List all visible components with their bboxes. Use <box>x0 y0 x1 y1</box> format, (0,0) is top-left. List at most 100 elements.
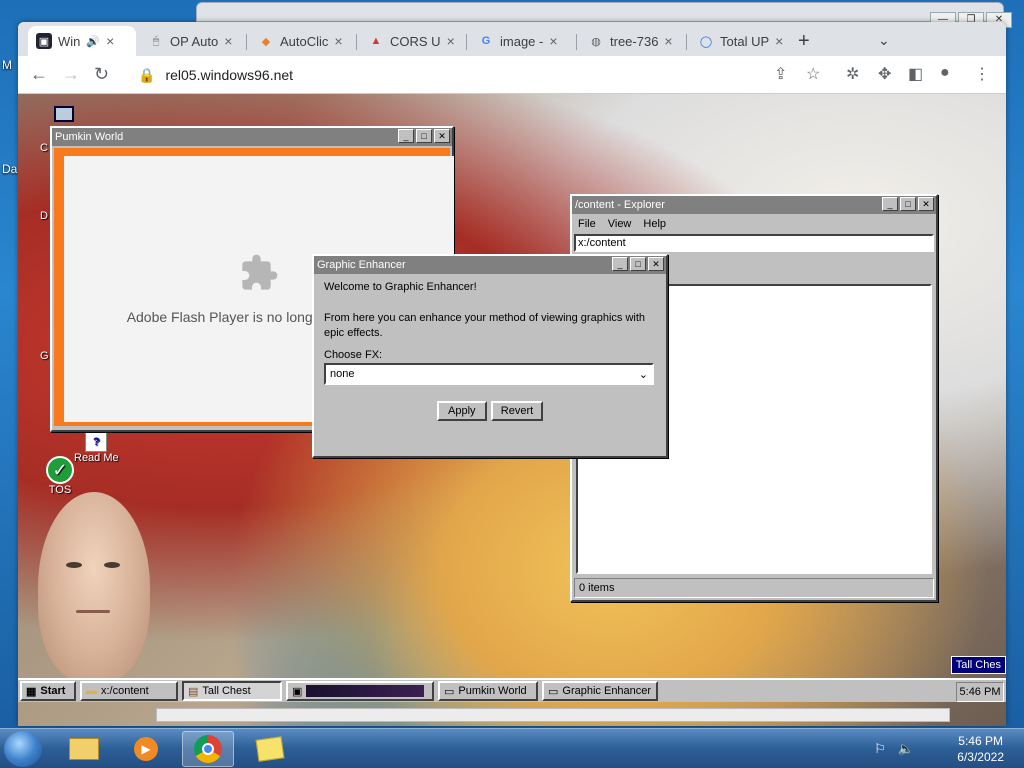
windows-logo-icon: ▦ <box>26 685 37 698</box>
status-bar: 0 items <box>574 578 934 598</box>
window-title: Graphic Enhancer <box>317 259 406 271</box>
maximize-button[interactable]: □ <box>900 197 916 211</box>
task-label: Graphic Enhancer <box>562 685 652 697</box>
window-titlebar[interactable]: /content - Explorer _ □ ✕ <box>572 196 936 214</box>
close-button[interactable]: ✕ <box>918 197 934 211</box>
task-explorer[interactable]: ▬ x:/content <box>80 681 178 701</box>
extension-bug-icon[interactable]: ✲ <box>846 64 859 84</box>
globe-favicon-icon: ◍ <box>591 35 601 48</box>
desktop-icon-tos[interactable]: ✓ TOS <box>46 456 74 496</box>
windows96-favicon-icon: ▣ <box>36 33 52 49</box>
back-icon[interactable]: ← <box>30 64 48 85</box>
audio-icon[interactable]: 🔊 <box>86 35 100 48</box>
close-tab-icon[interactable]: × <box>447 33 455 49</box>
side-panel-icon[interactable]: ◧ <box>908 64 923 84</box>
minimize-button[interactable]: _ <box>882 197 898 211</box>
window-controls: _ □ ✕ <box>882 197 934 211</box>
address-field[interactable]: x:/content <box>574 234 934 252</box>
url-text: rel05.windows96.net <box>165 67 294 83</box>
close-tab-icon[interactable]: × <box>775 33 783 49</box>
menu-view[interactable]: View <box>608 218 632 230</box>
tab-op-auto[interactable]: 🖱 OP Auto × <box>140 26 244 56</box>
extensions-puzzle-icon[interactable]: ✥ <box>878 64 891 84</box>
graphic-enhancer-window: Graphic Enhancer _ □ ✕ Welcome to Graphi… <box>312 254 668 458</box>
close-tab-icon[interactable]: × <box>664 33 672 49</box>
enhancer-body: Welcome to Graphic Enhancer! From here y… <box>314 274 666 427</box>
revert-button[interactable]: Revert <box>490 401 544 421</box>
maximize-button[interactable]: □ <box>416 129 432 143</box>
desktop-icon-label: TOS <box>48 484 72 496</box>
tab-separator <box>576 34 577 50</box>
lock-icon[interactable]: 🔒 <box>138 67 155 84</box>
menu-kebab-icon[interactable]: ⋮ <box>974 64 990 84</box>
tab-search-icon[interactable]: ⌄ <box>878 32 890 49</box>
profile-avatar-icon[interactable]: ● <box>940 64 950 82</box>
menu-file[interactable]: File <box>578 218 596 230</box>
task-pumkin-world[interactable]: ▭ Pumkin World <box>438 681 538 701</box>
taskbar-popup[interactable]: Tall Ches <box>950 656 1006 674</box>
help-icon: ? <box>85 430 108 452</box>
task-untitled[interactable]: ▣ <box>286 681 434 701</box>
tab-separator <box>686 34 687 50</box>
w96-clock: 5:46 PM <box>956 682 1004 702</box>
share-icon[interactable]: ⇪ <box>774 64 787 84</box>
menu-help[interactable]: Help <box>643 218 666 230</box>
system-tray: ⚐ 🔈 <box>874 741 914 757</box>
address-bar[interactable]: 🔒 rel05.windows96.net <box>126 60 746 90</box>
mouse-favicon-icon: 🖱 <box>152 34 160 47</box>
close-tab-icon[interactable]: × <box>549 33 557 49</box>
bookmark-star-icon[interactable]: ☆ <box>806 64 820 84</box>
window-controls: _ □ ✕ <box>398 129 450 143</box>
chrome-taskbar-icon[interactable] <box>182 731 234 767</box>
tab-label: Win <box>58 33 81 49</box>
volume-icon[interactable]: 🔈 <box>898 741 914 757</box>
chevron-down-icon: ⌄ <box>638 368 648 381</box>
meme-man-image[interactable] <box>38 492 150 682</box>
background-window <box>196 2 1004 22</box>
eye <box>104 562 120 568</box>
fx-select[interactable]: none ⌄ <box>324 363 654 385</box>
tab-separator <box>246 34 247 50</box>
window-titlebar[interactable]: Graphic Enhancer _ □ ✕ <box>314 256 666 274</box>
close-tab-icon[interactable]: × <box>106 33 114 49</box>
tab-total[interactable]: ◯ Total UP × <box>690 26 794 56</box>
start-button[interactable]: ▦ Start <box>20 681 76 701</box>
close-tab-icon[interactable]: × <box>334 33 342 49</box>
file-explorer-taskbar-icon[interactable] <box>58 731 110 767</box>
tab-label: image - <box>500 33 544 49</box>
tab-tree[interactable]: ◍ tree-736 × <box>580 26 684 56</box>
window-icon: ▭ <box>444 685 455 698</box>
clock-time: 5:46 PM <box>958 734 1003 748</box>
close-button[interactable]: ✕ <box>648 257 664 271</box>
background-window-edge <box>156 708 950 722</box>
maximize-button[interactable]: □ <box>630 257 646 271</box>
apply-button[interactable]: Apply <box>436 401 487 421</box>
tab-label: Total UP <box>720 33 770 49</box>
window-titlebar[interactable]: Pumkin World _ □ ✕ <box>52 128 452 146</box>
desktop-icon-read-me[interactable]: ? Read Me <box>74 430 119 464</box>
desktop-icon-computer[interactable] <box>54 106 74 122</box>
media-player-taskbar-icon[interactable]: ▶ <box>120 731 172 767</box>
desktop-icon-label: Read Me <box>74 452 119 464</box>
close-tab-icon[interactable]: × <box>224 33 232 49</box>
minimize-button[interactable]: _ <box>398 129 414 143</box>
task-graphic-enhancer[interactable]: ▭ Graphic Enhancer <box>542 681 658 701</box>
tab-label: CORS U <box>390 33 441 49</box>
tab-cors[interactable]: ▲ CORS U × <box>360 26 464 56</box>
tab-separator <box>356 34 357 50</box>
sticky-notes-taskbar-icon[interactable] <box>244 731 296 767</box>
tab-windows96[interactable]: ▣ Win 🔊 × <box>28 26 136 56</box>
task-tall-chest[interactable]: ▤ Tall Chest <box>182 681 282 701</box>
tab-autoclicker[interactable]: ◆ AutoClic × <box>250 26 354 56</box>
win7-clock[interactable]: 5:46 PM 6/3/2022 <box>957 733 1004 765</box>
desktop-edge-label: M <box>2 58 12 72</box>
minimize-button[interactable]: _ <box>612 257 628 271</box>
close-button[interactable]: ✕ <box>434 129 450 143</box>
chest-icon: ▤ <box>188 685 199 698</box>
tab-google-image[interactable]: G image - × <box>470 26 574 56</box>
new-tab-icon[interactable]: + <box>798 30 810 53</box>
start-orb-icon[interactable] <box>4 731 42 767</box>
forward-icon[interactable]: → <box>62 64 80 85</box>
network-icon[interactable]: ⚐ <box>874 741 886 757</box>
reload-icon[interactable]: ↻ <box>94 64 109 85</box>
